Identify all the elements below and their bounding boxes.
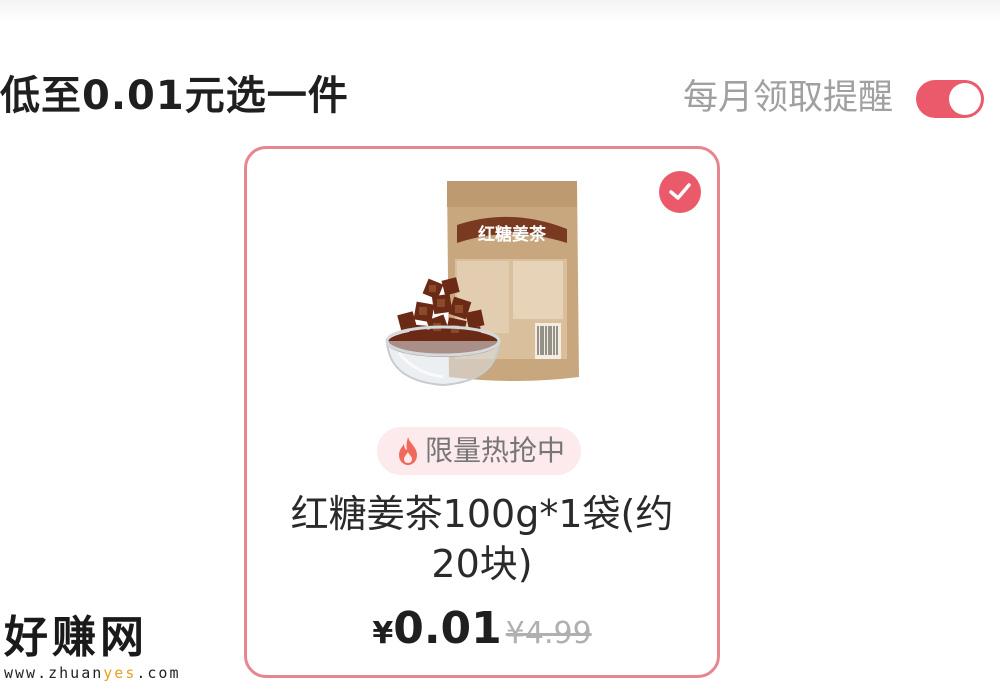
- monthly-reminder-label: 每月领取提醒: [683, 78, 894, 118]
- watermark-url: www.zhuanyes.com: [4, 664, 190, 682]
- section-title: 低至0.01元选一件: [0, 73, 349, 119]
- product-image: 红糖姜茶: [385, 181, 579, 387]
- watermark-logo: 好赚网: [4, 612, 148, 663]
- original-price: ¥4.99: [505, 616, 592, 651]
- watermark-url-highlight: yes: [103, 664, 137, 682]
- price-currency: ¥: [372, 616, 394, 651]
- hot-sale-text: 限量热抢中: [425, 434, 566, 467]
- top-bar: [0, 0, 1000, 22]
- fire-icon: [399, 437, 417, 465]
- sale-price: 0.01: [393, 603, 502, 654]
- watermark: 好赚网 www.zhuanyes.com: [4, 612, 190, 688]
- watermark-url-prefix: www.zhuan: [4, 664, 104, 682]
- product-card[interactable]: 红糖姜茶 限量热抢中 红糖姜茶100g*1袋(约20块) ¥0.01 ¥4.99: [244, 146, 720, 678]
- package-label: 红糖姜茶: [478, 224, 547, 245]
- price-row: ¥0.01 ¥4.99: [247, 603, 717, 654]
- watermark-url-suffix: .com: [136, 664, 181, 682]
- toggle-knob: [949, 83, 981, 115]
- monthly-reminder-toggle[interactable]: [916, 80, 984, 118]
- product-name: 红糖姜茶100g*1袋(约20块): [290, 492, 674, 586]
- hot-sale-badge: 限量热抢中: [377, 427, 582, 475]
- selected-check-icon: [659, 171, 701, 213]
